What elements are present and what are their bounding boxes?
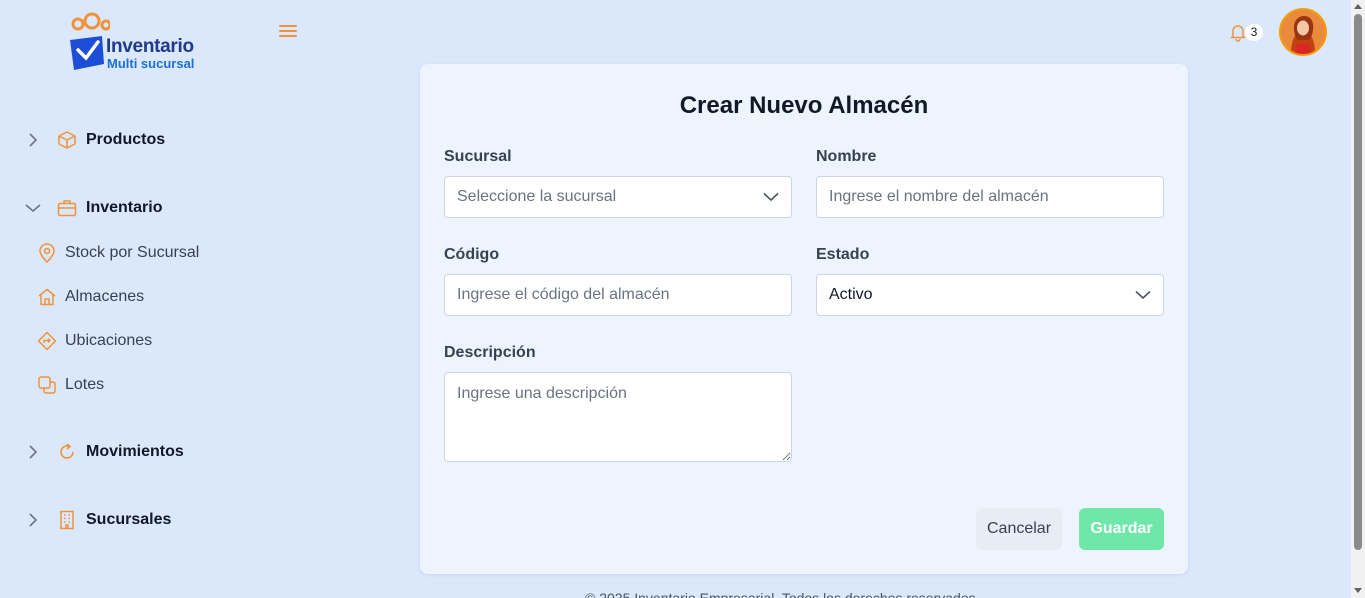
page-scrollbar[interactable] [1351,0,1365,598]
descripcion-textarea[interactable] [444,372,792,462]
scroll-down-icon[interactable] [1354,588,1362,593]
menu-toggle-icon[interactable] [277,22,299,42]
create-warehouse-card: Crear Nuevo Almacén Sucursal Seleccione … [420,64,1188,574]
estado-select-value: Activo [829,286,873,303]
logo-title: Inventario [106,36,194,57]
chevron-right-icon [24,131,42,149]
sucursal-select[interactable]: Seleccione la sucursal [444,176,792,218]
sucursal-select-placeholder: Seleccione la sucursal [457,188,617,205]
building-icon [56,509,78,531]
home-icon [36,286,58,308]
chevron-down-icon [763,192,779,202]
page-title: Crear Nuevo Almacén [679,92,929,119]
refresh-icon [56,441,78,463]
footer-copyright: © 2025 Inventario Empresarial. Todos los… [585,590,980,598]
sidebar-item-inventario[interactable]: Inventario [24,193,162,223]
sidebar-item-label: Movimientos [86,443,184,460]
nombre-input[interactable] [816,176,1164,218]
sidebar-subitem-label: Stock por Sucursal [65,244,200,261]
sucursal-label: Sucursal [444,148,512,165]
estado-label: Estado [816,246,870,263]
chevron-right-icon [24,511,42,529]
sidebar-item-movimientos[interactable]: Movimientos [24,437,184,467]
sidebar-subitem-label: Almacenes [65,288,145,305]
nombre-label: Nombre [816,148,877,165]
chevron-down-icon [1135,290,1151,300]
descripcion-label: Descripción [444,344,536,361]
logo-subtitle: Multi sucursal [107,56,195,71]
estado-select[interactable]: Activo [816,274,1164,316]
sidebar-subitem-label: Lotes [65,376,105,393]
scrollbar-thumb[interactable] [1354,14,1362,550]
logo-icon [70,12,110,70]
sidebar-subitem-stock[interactable]: Stock por Sucursal [36,240,199,266]
sidebar-subitem-almacenes[interactable]: Almacenes [36,284,144,310]
copy-icon [36,374,58,396]
sidebar-subitem-ubicaciones[interactable]: Ubicaciones [36,328,152,354]
sidebar-item-label: Productos [86,131,166,148]
cancel-button[interactable]: Cancelar [976,508,1062,550]
user-avatar[interactable] [1279,8,1327,56]
notifications-count-badge: 3 [1245,24,1263,41]
save-button[interactable]: Guardar [1079,508,1164,550]
chevron-down-icon [24,199,42,217]
codigo-input[interactable] [444,274,792,316]
map-pin-icon [36,242,58,264]
signpost-icon [36,330,58,352]
scroll-up-icon[interactable] [1354,4,1362,9]
codigo-label: Código [444,246,500,263]
sidebar-item-productos[interactable]: Productos [24,125,165,155]
briefcase-icon [56,197,78,219]
box-icon [56,129,78,151]
app-logo[interactable]: Inventario Multi sucursal [66,12,206,74]
sidebar-item-sucursales[interactable]: Sucursales [24,505,171,535]
sidebar-item-label: Inventario [86,199,163,216]
sidebar-subitem-label: Ubicaciones [65,332,153,349]
chevron-right-icon [24,443,42,461]
sidebar-item-label: Sucursales [86,511,172,528]
sidebar-subitem-lotes[interactable]: Lotes [36,372,104,398]
